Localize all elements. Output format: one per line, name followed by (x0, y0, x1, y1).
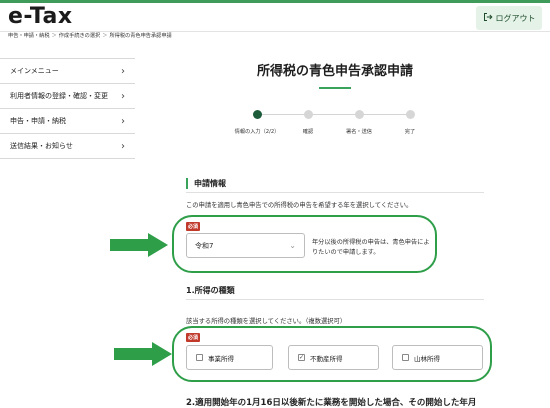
chevron-right-icon: › (121, 140, 125, 152)
step-label-complete: 完了 (404, 129, 416, 135)
year-select-value: 令和7 (195, 241, 214, 250)
sidebar: メインメニュー › 利用者情報の登録・確認・変更 › 申告・申請・納税 › 送信… (0, 58, 135, 159)
chevron-right-icon: › (121, 90, 125, 102)
required-badge: 必須 (186, 222, 201, 231)
checkbox-label: 不動産所得 (310, 354, 343, 363)
sidebar-item-user-info[interactable]: 利用者情報の登録・確認・変更 › (0, 84, 135, 109)
breadcrumb-separator: ＞ (102, 33, 108, 39)
breadcrumb-item-current: 所得税の青色申告承認申請 (109, 33, 172, 39)
breadcrumb: 申告・申請・納税 ＞ 作成手続きの選択 ＞ 所得税の青色申告承認申請 (8, 32, 172, 39)
etax-logo[interactable]: e-Tax (8, 4, 73, 29)
arrow-right-icon (110, 233, 168, 257)
sidebar-item-label: メインメニュー (10, 67, 59, 75)
checkbox-label: 事業所得 (208, 354, 234, 363)
step-label-sign: 署名・送信 (346, 129, 372, 135)
step-dot-input (253, 110, 262, 119)
logout-label: ログアウト (495, 13, 536, 23)
checkbox-real-estate-income[interactable]: ✓ 不動産所得 (288, 345, 379, 370)
section-divider (186, 299, 484, 300)
breadcrumb-item[interactable]: 申告・申請・納税 (8, 32, 50, 39)
section-description: 該当する所得の種類を選択してください。（複数選択可） (186, 318, 347, 325)
checkbox-label: 山林所得 (414, 354, 440, 363)
chevron-right-icon: › (121, 115, 125, 127)
section-heading-application-info: 申請情報 (186, 178, 226, 189)
header: e-Tax ログアウト (0, 3, 550, 32)
logout-icon (483, 12, 493, 24)
sidebar-item-label: 申告・申請・納税 (10, 117, 66, 125)
step-dot-sign (355, 110, 364, 119)
checkbox-unchecked-icon (402, 354, 409, 361)
checkbox-unchecked-icon (196, 354, 203, 361)
section-divider (186, 192, 484, 193)
progress-stepper: 情報の入力（2/2） 確認 署名・送信 完了 (230, 109, 440, 139)
year-select[interactable]: 令和7 ⌄ (186, 233, 305, 258)
chevron-right-icon: › (121, 65, 125, 77)
sidebar-item-results[interactable]: 送信結果・お知らせ › (0, 134, 135, 159)
sidebar-item-filing[interactable]: 申告・申請・納税 › (0, 109, 135, 134)
checkbox-business-income[interactable]: 事業所得 (186, 345, 273, 370)
chevron-down-icon: ⌄ (289, 241, 296, 250)
section-heading-income-type: 1.所得の種類 (186, 286, 235, 295)
breadcrumb-separator: ＞ (51, 33, 57, 39)
page-title: 所得税の青色申告承認申請 (256, 64, 413, 79)
checkbox-checked-icon: ✓ (298, 353, 305, 361)
step-connector (363, 114, 411, 115)
sidebar-item-label: 送信結果・お知らせ (10, 142, 73, 150)
sidebar-item-label: 利用者情報の登録・確認・変更 (10, 92, 108, 100)
step-label-input: 情報の入力（2/2） (234, 129, 280, 135)
step-dot-confirm (304, 110, 313, 119)
checkbox-forestry-income[interactable]: 山林所得 (392, 345, 483, 370)
section-description: この申請を適用し青色申告での所得税の申告を希望する年を選択してください。 (186, 202, 413, 209)
step-label-confirm: 確認 (302, 129, 314, 135)
title-underline (319, 87, 351, 89)
required-badge: 必須 (186, 333, 201, 342)
arrow-right-icon (114, 342, 172, 366)
breadcrumb-item[interactable]: 作成手続きの選択 (59, 32, 101, 39)
section-heading-start-date: 2.適用開始年の1月16日以後新たに業務を開始した場合、その開始した年月 (186, 398, 477, 408)
year-select-note: 年分以後の所得税の申告は、青色申告によりたいので申請します。 (312, 239, 430, 256)
sidebar-item-main-menu[interactable]: メインメニュー › (0, 59, 135, 84)
step-dot-complete (406, 110, 415, 119)
logout-button[interactable]: ログアウト (476, 6, 542, 30)
